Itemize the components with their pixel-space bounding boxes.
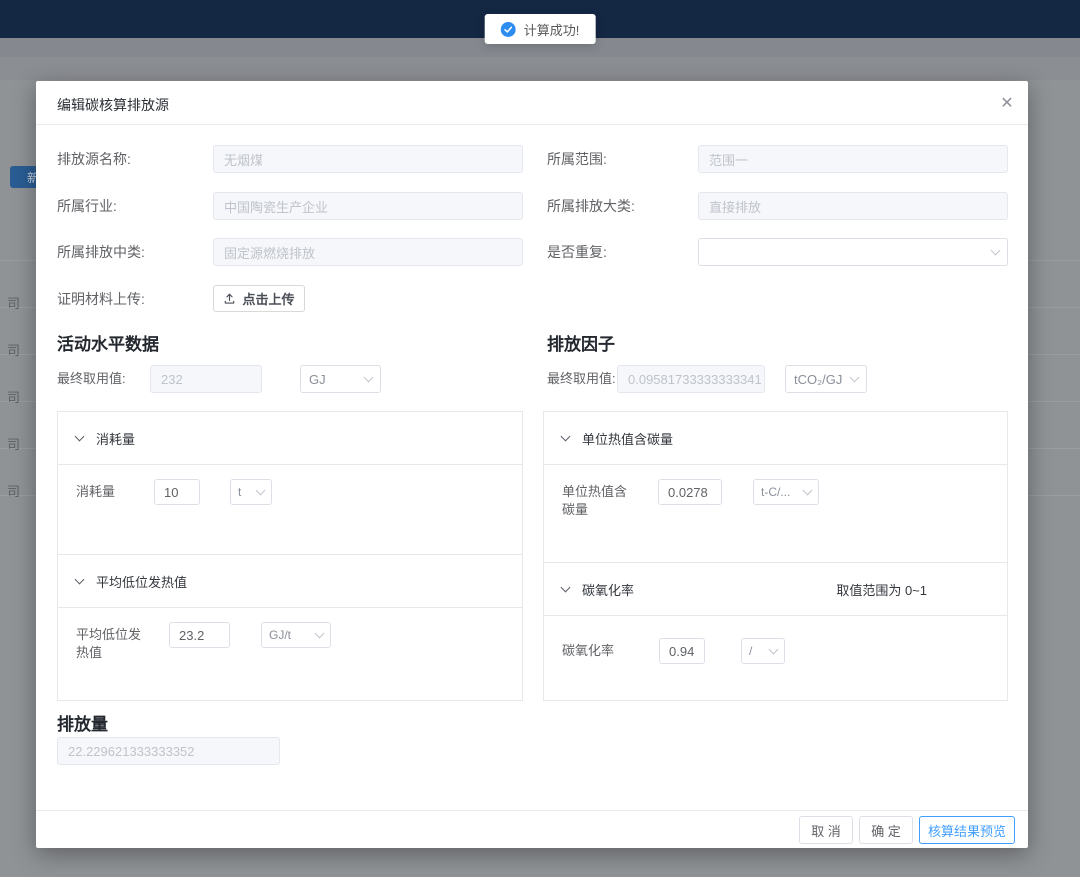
emission-mid-category-label: 所属排放中类:	[57, 238, 145, 266]
toast-message: 计算成功!	[524, 20, 580, 39]
activity-final-unit-select[interactable]: GJ	[300, 365, 381, 393]
dialog-footer: 取 消 确 定 核算结果预览	[36, 810, 1028, 848]
heating-value-panel-header[interactable]: 平均低位发热值	[58, 555, 522, 608]
industry-input: 中国陶瓷生产企业	[213, 192, 523, 220]
factor-final-unit-select[interactable]: tCO₂/GJ	[785, 365, 867, 393]
result-preview-button[interactable]: 核算结果预览	[919, 816, 1015, 844]
heating-value-unit-value: GJ/t	[269, 628, 291, 642]
scope-input: 范围一	[698, 145, 1008, 173]
collapse-arrow-icon	[75, 574, 85, 584]
consumption-unit-value: t	[238, 485, 241, 499]
emission-amount-input: 22.229621333333352	[57, 737, 280, 765]
activity-data-section-title: 活动水平数据	[57, 330, 159, 355]
source-name-input: 无烟煤	[213, 145, 523, 173]
heating-value-input[interactable]: 23.2	[169, 622, 230, 648]
heating-value-panel: 平均低位发热值 平均低位发热值 23.2 GJ/t	[57, 554, 523, 701]
heating-value-unit-select[interactable]: GJ/t	[261, 622, 331, 648]
chevron-down-icon	[364, 372, 374, 382]
emission-mid-category-input: 固定源燃烧排放	[213, 238, 523, 266]
consumption-field-label: 消耗量	[76, 479, 146, 501]
emission-amount-section-title: 排放量	[57, 710, 108, 735]
carbon-content-unit-value: t-C/...	[761, 485, 790, 499]
factor-final-value-input: 0.09581733333333341	[617, 365, 765, 393]
heating-value-panel-title: 平均低位发热值	[96, 572, 187, 591]
oxidation-rate-unit-select[interactable]: /	[741, 638, 785, 664]
collapse-arrow-icon	[561, 582, 571, 592]
duplicate-select[interactable]	[698, 238, 1008, 266]
oxidation-rate-panel: 碳氧化率 取值范围为 0~1 碳氧化率 0.94 /	[543, 562, 1008, 701]
scope-label: 所属范围:	[547, 145, 607, 173]
background-row-fragment: 司	[7, 340, 20, 359]
close-icon[interactable]: ✕	[996, 92, 1018, 114]
oxidation-rate-unit-value: /	[749, 644, 752, 658]
chevron-down-icon	[256, 485, 266, 495]
oxidation-rate-panel-header[interactable]: 碳氧化率 取值范围为 0~1	[544, 563, 1007, 616]
activity-final-value-label: 最终取用值:	[57, 365, 126, 393]
carbon-content-field-label: 单位热值含碳量	[562, 479, 632, 519]
chevron-down-icon	[803, 485, 813, 495]
background-row-fragment: 司	[7, 293, 20, 312]
industry-label: 所属行业:	[57, 192, 117, 220]
consumption-unit-select[interactable]: t	[230, 479, 272, 505]
carbon-content-panel-title: 单位热值含碳量	[582, 429, 673, 448]
consumption-input[interactable]: 10	[154, 479, 200, 505]
carbon-content-panel-header[interactable]: 单位热值含碳量	[544, 412, 1007, 465]
duplicate-label: 是否重复:	[547, 238, 607, 266]
oxidation-rate-field-label: 碳氧化率	[562, 638, 632, 660]
chevron-down-icon	[991, 245, 1001, 255]
dialog-title: 编辑碳核算排放源	[57, 95, 169, 115]
consumption-panel: 消耗量 消耗量 10 t	[57, 411, 523, 555]
oxidation-rate-input[interactable]: 0.94	[659, 638, 705, 664]
success-toast: 计算成功!	[485, 14, 596, 44]
chevron-down-icon	[769, 644, 779, 654]
emission-factor-section-title: 排放因子	[547, 330, 615, 355]
chevron-down-icon	[850, 372, 860, 382]
upload-label: 证明材料上传:	[57, 285, 145, 313]
confirm-button[interactable]: 确 定	[859, 816, 913, 844]
heating-value-panel-body: 平均低位发热值 23.2 GJ/t	[58, 608, 522, 676]
carbon-content-unit-select[interactable]: t-C/...	[753, 479, 819, 505]
background-subheader-band	[0, 57, 1080, 80]
consumption-panel-header[interactable]: 消耗量	[58, 412, 522, 465]
consumption-panel-body: 消耗量 10 t	[58, 465, 522, 519]
oxidation-rate-panel-title: 碳氧化率	[582, 580, 634, 599]
source-name-label: 排放源名称:	[57, 145, 131, 173]
emission-major-category-input: 直接排放	[698, 192, 1008, 220]
chevron-down-icon	[315, 628, 325, 638]
consumption-panel-title: 消耗量	[96, 429, 135, 448]
factor-final-unit-value: tCO₂/GJ	[794, 372, 842, 387]
factor-final-value-label: 最终取用值:	[547, 365, 616, 393]
emission-major-category-label: 所属排放大类:	[547, 192, 635, 220]
upload-button[interactable]: 点击上传	[213, 285, 305, 312]
heating-value-field-label: 平均低位发热值	[76, 622, 146, 662]
oxidation-rate-panel-body: 碳氧化率 0.94 /	[544, 616, 1007, 678]
activity-final-unit-value: GJ	[309, 372, 326, 387]
carbon-content-input[interactable]: 0.0278	[658, 479, 722, 505]
collapse-arrow-icon	[561, 431, 571, 441]
dialog-header: 编辑碳核算排放源 ✕	[36, 81, 1028, 125]
collapse-arrow-icon	[75, 431, 85, 441]
background-row-fragment: 司	[7, 434, 20, 453]
carbon-content-panel: 单位热值含碳量 单位热值含碳量 0.0278 t-C/...	[543, 411, 1008, 563]
carbon-content-panel-body: 单位热值含碳量 0.0278 t-C/...	[544, 465, 1007, 533]
oxidation-range-note: 取值范围为 0~1	[836, 580, 989, 599]
activity-final-value-input: 232	[150, 365, 262, 393]
cancel-button[interactable]: 取 消	[799, 816, 853, 844]
edit-emission-source-dialog: 编辑碳核算排放源 ✕ 排放源名称: 无烟煤 所属范围: 范围一 所属行业: 中国…	[36, 81, 1028, 848]
background-row-fragment: 司	[7, 387, 20, 406]
upload-button-label: 点击上传	[242, 289, 294, 308]
background-row-fragment: 司	[7, 481, 20, 500]
check-circle-icon	[501, 22, 516, 37]
upload-icon	[223, 292, 236, 305]
